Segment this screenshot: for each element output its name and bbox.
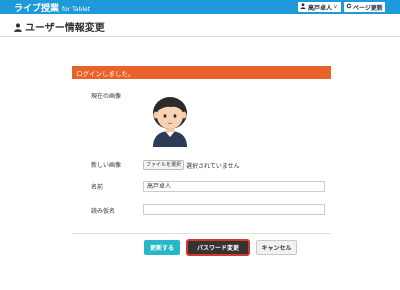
page-header: ユーザー情報変更 <box>14 17 105 36</box>
app-title: ライブ授業 <box>14 4 60 14</box>
name-input[interactable]: 高戸卓人 <box>143 181 325 192</box>
reading-label: 読み仮名 <box>91 208 116 215</box>
file-input-row: ファイルを選択 選択されていません <box>143 160 240 170</box>
update-button[interactable]: 更新する <box>144 240 180 255</box>
choose-file-button[interactable]: ファイルを選択 <box>143 160 185 170</box>
reading-input[interactable] <box>143 204 325 215</box>
user-menu-button[interactable]: 高戸卓人 v <box>298 2 341 12</box>
reload-icon <box>346 3 352 11</box>
user-icon <box>300 3 306 11</box>
current-image-label: 現在の画像 <box>91 93 122 100</box>
reload-label: ページ更新 <box>353 4 383 12</box>
login-alert: ログインしました。 <box>72 66 331 79</box>
file-status: 選択されていません <box>186 162 240 170</box>
chevron-down-icon: v <box>334 4 337 10</box>
brand[interactable]: ライブ授業 for Tablet <box>14 1 91 14</box>
page-reload-button[interactable]: ページ更新 <box>344 2 385 12</box>
top-navbar: ライブ授業 for Tablet 高戸卓人 v ページ更新 <box>0 0 400 14</box>
person-icon <box>14 17 25 36</box>
new-image-label: 新しい画像 <box>91 162 122 169</box>
page-title: ユーザー情報変更 <box>25 22 105 34</box>
name-label: 名前 <box>91 184 104 191</box>
cancel-button[interactable]: キャンセル <box>256 240 297 255</box>
user-name: 高戸卓人 <box>308 4 333 12</box>
alert-message: ログインしました。 <box>76 69 135 78</box>
change-password-button[interactable]: パスワード変更 <box>186 239 250 256</box>
app-subtitle: for Tablet <box>62 6 91 13</box>
header-divider <box>0 36 400 37</box>
avatar <box>143 93 197 147</box>
form-divider <box>72 233 331 234</box>
